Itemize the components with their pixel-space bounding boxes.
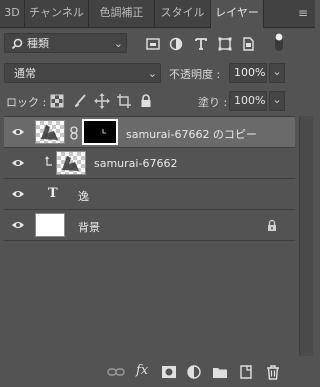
visibility-eye-icon[interactable] (11, 189, 25, 199)
opacity-slider-chevron-icon[interactable]: ⌄ (269, 63, 285, 83)
tab-3d[interactable]: 3D (0, 0, 25, 27)
shape-filter-icon[interactable] (216, 35, 234, 53)
lock-image-pixels-brush-icon[interactable] (71, 92, 89, 110)
layers-bottom-toolbar: fx (0, 356, 315, 387)
lock-artboard-icon[interactable] (115, 92, 133, 110)
link-layers-icon[interactable] (107, 363, 125, 381)
tab-adjustments[interactable]: 色調補正 (89, 0, 155, 27)
layer-name[interactable]: samurai-67662 (94, 157, 177, 170)
lock-icon (266, 219, 278, 232)
layer-mask-thumbnail[interactable] (82, 119, 118, 145)
filter-toggle-icon[interactable] (272, 30, 286, 54)
delete-layer-trash-icon[interactable] (264, 363, 282, 381)
visibility-eye-icon[interactable] (11, 127, 25, 137)
text-layer-icon: T (48, 186, 58, 201)
layer-thumbnail (35, 120, 65, 144)
link-chain-icon[interactable] (70, 126, 78, 140)
chevron-down-icon: ⌄ (147, 67, 157, 80)
adjustment-filter-icon[interactable] (167, 35, 185, 53)
fill-value: 100% (234, 94, 266, 107)
opacity-input[interactable]: 100% (229, 63, 267, 83)
layer-row[interactable]: 背景 (4, 210, 295, 241)
visibility-eye-icon[interactable] (11, 158, 25, 168)
tab-styles[interactable]: スタイル (155, 0, 211, 27)
new-layer-icon[interactable] (237, 363, 255, 381)
tab-channels[interactable]: チャンネル (25, 0, 89, 27)
fill-slider-chevron-icon[interactable]: ⌄ (269, 91, 285, 111)
layer-thumbnail (35, 213, 65, 237)
layers-list: samurai-67662 のコピー samurai-67662 T 逸 背景 (4, 116, 295, 357)
lock-position-move-icon[interactable] (93, 92, 111, 110)
opacity-value: 100% (234, 66, 266, 79)
smart-object-filter-icon[interactable] (239, 35, 257, 53)
filter-kind-label: 種類 (27, 37, 49, 50)
filter-kind-dropdown[interactable]: 種類 ⌄ (4, 33, 127, 53)
add-layer-mask-icon[interactable] (160, 363, 178, 381)
search-icon (11, 34, 23, 54)
lock-label: ロック : (6, 96, 47, 109)
lock-all-icon[interactable] (137, 92, 155, 110)
layer-style-fx-icon[interactable]: fx (136, 363, 148, 378)
panel-menu-icon[interactable]: ≡ (291, 0, 315, 27)
new-adjustment-layer-icon[interactable] (185, 363, 203, 381)
blend-mode-dropdown[interactable]: 通常 ⌄ (4, 63, 161, 83)
image-filter-icon[interactable] (144, 35, 162, 53)
fill-label: 塗り : (198, 96, 228, 109)
tab-layers[interactable]: レイヤー (211, 0, 264, 28)
layer-row[interactable]: samurai-67662 (4, 148, 295, 179)
layer-row[interactable]: samurai-67662 のコピー (4, 117, 295, 148)
layer-name[interactable]: samurai-67662 のコピー (126, 126, 257, 142)
opacity-label: 不透明度 : (169, 68, 221, 81)
visibility-eye-icon[interactable] (11, 220, 25, 230)
panel-tab-bar: 3D チャンネル 色調補正 スタイル レイヤー ≡ (0, 0, 315, 28)
text-filter-icon[interactable] (192, 35, 210, 53)
layers-scrollbar[interactable] (299, 116, 313, 356)
lock-transparent-pixels-icon[interactable] (48, 92, 66, 110)
blend-mode-value: 通常 (14, 67, 36, 80)
clipping-arrow-icon (44, 156, 54, 168)
fill-input[interactable]: 100% (229, 91, 267, 111)
layer-row[interactable]: T 逸 (4, 179, 295, 210)
new-group-folder-icon[interactable] (211, 363, 229, 381)
layer-thumbnail (56, 151, 86, 175)
layer-name[interactable]: 逸 (78, 188, 89, 204)
chevron-down-icon: ⌄ (113, 37, 123, 50)
layer-name[interactable]: 背景 (78, 219, 100, 235)
